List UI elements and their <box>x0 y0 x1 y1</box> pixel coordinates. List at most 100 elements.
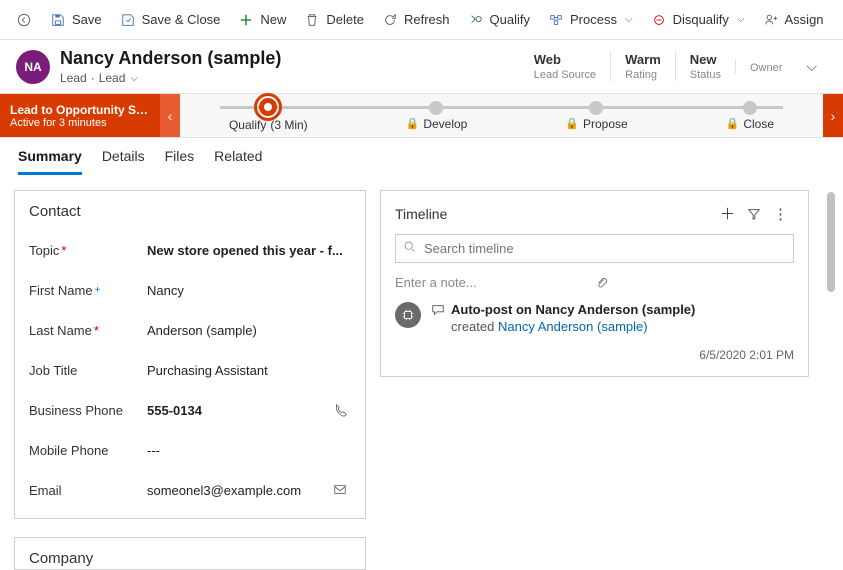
save-button[interactable]: Save <box>42 8 110 32</box>
required-icon: * <box>61 243 66 258</box>
post-link[interactable]: Nancy Anderson (sample) <box>498 319 648 334</box>
record-title: Nancy Anderson (sample) <box>60 48 520 69</box>
save-close-icon <box>120 12 136 28</box>
stage-marker-active <box>259 98 277 116</box>
header-expand[interactable]: ⌵ <box>796 58 827 75</box>
chat-icon <box>431 303 445 317</box>
stage-marker <box>429 101 443 115</box>
header-field-status[interactable]: New Status <box>675 52 735 81</box>
timeline-section: Timeline ＋ ⋮ Enter a note... <box>380 190 809 377</box>
lock-icon: 🔒 <box>406 117 420 130</box>
process-button[interactable]: Process ⌵ <box>540 8 641 32</box>
header-field-rating[interactable]: Warm Rating <box>610 52 675 81</box>
business-process-flow: Lead to Opportunity Sale... Active for 3… <box>0 94 843 138</box>
timeline-item[interactable]: Auto-post on Nancy Anderson (sample) cre… <box>395 302 794 362</box>
timeline-search <box>395 234 794 263</box>
refresh-icon <box>382 12 398 28</box>
process-label: Process <box>570 12 617 27</box>
scroll-track[interactable] <box>823 190 837 552</box>
chevron-down-icon: ⌵ <box>737 14 745 25</box>
header-field-owner[interactable]: Owner <box>735 60 796 74</box>
refresh-button[interactable]: Refresh <box>374 8 458 32</box>
field-job-title[interactable]: Job Title Purchasing Assistant <box>29 350 351 390</box>
timeline-note-row[interactable]: Enter a note... <box>395 275 794 290</box>
tab-details[interactable]: Details <box>102 148 145 175</box>
bpf-stage-close[interactable]: 🔒Close <box>726 101 774 131</box>
timeline-title: Timeline <box>395 206 714 222</box>
entity-label: Lead <box>60 71 87 85</box>
tab-related[interactable]: Related <box>214 148 262 175</box>
right-column: Timeline ＋ ⋮ Enter a note... <box>380 190 809 552</box>
timeline-filter-button[interactable] <box>741 205 767 223</box>
bpf-stage-propose[interactable]: 🔒Propose <box>565 101 627 131</box>
bpf-next[interactable]: › <box>823 94 843 137</box>
save-close-label: Save & Close <box>142 12 221 27</box>
attachment-icon[interactable] <box>595 276 795 290</box>
avatar: NA <box>16 50 50 84</box>
recommended-icon: + <box>95 285 101 296</box>
qualify-label: Qualify <box>490 12 530 27</box>
new-label: New <box>260 12 286 27</box>
overflow-menu[interactable]: ⋮ <box>834 8 843 32</box>
qualify-button[interactable]: Qualify <box>460 8 538 32</box>
back-button[interactable] <box>8 8 40 32</box>
bpf-stage-qualify[interactable]: Qualify (3 Min) <box>229 100 308 132</box>
chevron-down-icon: ⌵ <box>625 14 633 25</box>
timeline-overflow-button[interactable]: ⋮ <box>767 203 794 225</box>
save-icon <box>50 12 66 28</box>
contact-section: Contact Topic* New store opened this yea… <box>14 190 366 519</box>
bpf-duration: Active for 3 minutes <box>10 117 150 129</box>
post-title: Auto-post on Nancy Anderson (sample) <box>451 302 695 317</box>
field-email[interactable]: Email someonel3@example.com <box>29 470 351 510</box>
disqualify-button[interactable]: Disqualify ⌵ <box>643 8 753 32</box>
required-icon: * <box>94 323 99 338</box>
search-icon <box>403 240 416 253</box>
chevron-down-icon: ⌵ <box>130 73 138 84</box>
field-last-name[interactable]: Last Name* Anderson (sample) <box>29 310 351 350</box>
plus-icon: ＋ <box>720 206 735 223</box>
field-first-name[interactable]: First Name+ Nancy <box>29 270 351 310</box>
bpf-prev[interactable]: ‹ <box>160 94 180 137</box>
disqualify-label: Disqualify <box>673 12 729 27</box>
auto-post-icon <box>395 302 421 328</box>
tab-summary[interactable]: Summary <box>18 148 82 175</box>
company-section: Company <box>14 537 366 570</box>
record-subtitle: Lead · Lead ⌵ <box>60 71 520 85</box>
chevron-down-icon: ⌵ <box>806 58 817 74</box>
field-topic[interactable]: Topic* New store opened this year - f... <box>29 230 351 270</box>
bpf-flag[interactable]: Lead to Opportunity Sale... Active for 3… <box>0 94 160 137</box>
section-title: Contact <box>29 203 351 220</box>
phone-icon[interactable] <box>333 403 351 417</box>
field-business-phone[interactable]: Business Phone 555-0134 <box>29 390 351 430</box>
stage-marker <box>743 101 757 115</box>
form-body: Contact Topic* New store opened this yea… <box>0 176 843 566</box>
scroll-thumb[interactable] <box>827 192 835 292</box>
bpf-stage-develop[interactable]: 🔒Develop <box>406 101 468 131</box>
timeline-add-button[interactable]: ＋ <box>714 201 741 226</box>
plus-icon <box>238 12 254 28</box>
note-placeholder: Enter a note... <box>395 275 595 290</box>
timeline-search-input[interactable] <box>395 234 794 263</box>
field-mobile-phone[interactable]: Mobile Phone --- <box>29 430 351 470</box>
delete-button[interactable]: Delete <box>296 8 372 32</box>
assign-button[interactable]: Assign <box>755 8 832 32</box>
process-icon <box>548 12 564 28</box>
qualify-icon <box>468 12 484 28</box>
lock-icon: 🔒 <box>726 117 740 130</box>
save-close-button[interactable]: Save & Close <box>112 8 229 32</box>
filter-icon <box>747 207 761 221</box>
disqualify-icon <box>651 12 667 28</box>
tab-files[interactable]: Files <box>165 148 195 175</box>
bpf-stages: Qualify (3 Min) 🔒Develop 🔒Propose 🔒Close <box>180 94 823 137</box>
header-left: Nancy Anderson (sample) Lead · Lead ⌵ <box>60 48 520 85</box>
new-button[interactable]: New <box>230 8 294 32</box>
command-bar: Save Save & Close New Delete Refresh Qua… <box>0 0 843 40</box>
save-label: Save <box>72 12 102 27</box>
form-selector[interactable]: Lead ⌵ <box>99 71 138 85</box>
assign-label: Assign <box>785 12 824 27</box>
mail-icon[interactable] <box>333 483 351 497</box>
bpf-name: Lead to Opportunity Sale... <box>10 103 150 117</box>
lock-icon: 🔒 <box>565 117 579 130</box>
header-field-lead-source[interactable]: Web Lead Source <box>520 52 610 81</box>
left-column: Contact Topic* New store opened this yea… <box>14 190 366 552</box>
